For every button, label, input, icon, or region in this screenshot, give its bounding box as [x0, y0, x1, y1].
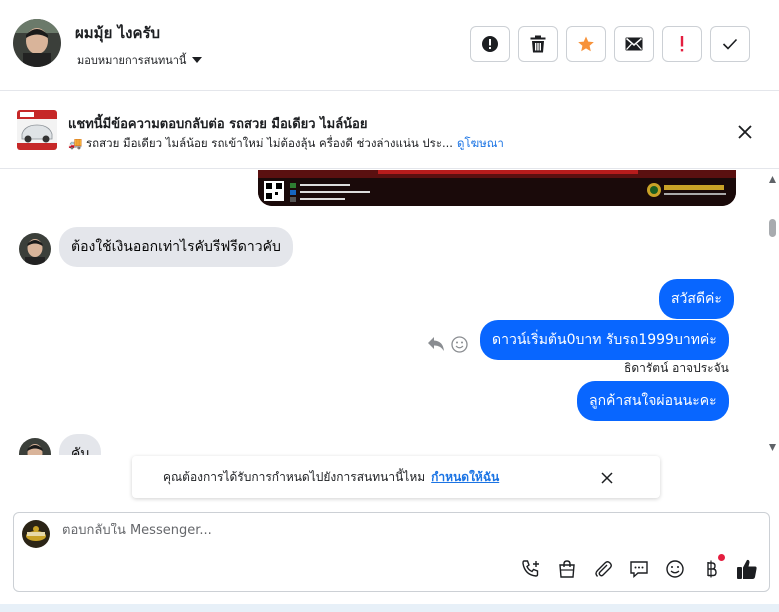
sender-name: ธิดารัตน์ อาจประจัน [624, 361, 729, 375]
thumbs-up-icon [737, 559, 757, 579]
assign-to-me-notice: คุณต้องการได้รับการกำหนดไปยังการสนทนานี้… [132, 456, 660, 498]
outgoing-message-bubble: ดาวน์เริ่มต้น0บาท รับรถ1999บาทค่ะ [480, 320, 729, 360]
phone-plus-icon [522, 560, 539, 577]
exclamation-icon [680, 36, 684, 52]
message-thread: ต้องใช้เงินออกเท่าไรคับรีฟรีดาวคับ สวัสด… [0, 170, 779, 455]
reply-message-button[interactable] [427, 336, 445, 356]
message-composer [13, 512, 770, 592]
window-bottom-strip [0, 604, 779, 612]
shopping-bag-icon [559, 560, 575, 578]
smiley-icon [666, 560, 684, 578]
caret-down-icon [192, 57, 203, 63]
alert-circle-icon [482, 36, 498, 52]
incoming-message-bubble: ต้องใช้เงินออกเท่าไรคับรีฟรีดาวคับ [59, 227, 293, 267]
ad-reply-banner: แชทนี้มีข้อความตอบกลับต่อ รถสวย มือเดียว… [0, 92, 779, 169]
assign-to-me-link[interactable]: กำหนดให้ฉัน [431, 470, 499, 484]
assign-conversation-label: มอบหมายการสนทนานี้ [77, 54, 187, 67]
messenger-inbox-window: ผมมุ้ย ไงครับ มอบหมายการสนทนานี้ แชทนี้ม… [0, 0, 779, 612]
follow-up-button[interactable] [662, 26, 702, 62]
outgoing-message-bubble: ลูกค้าสนใจผ่อนนะคะ [577, 381, 729, 421]
mark-done-button[interactable] [710, 26, 750, 62]
call-button[interactable] [520, 558, 542, 580]
contact-avatar-small [19, 438, 51, 455]
notification-dot [718, 554, 725, 561]
dismiss-notice-button[interactable] [601, 469, 613, 488]
delete-button[interactable] [518, 26, 558, 62]
ad-title: แชทนี้มีข้อความตอบกลับต่อ รถสวย มือเดียว… [68, 117, 368, 132]
react-message-button[interactable] [451, 336, 468, 357]
ad-subtitle-text: 🚚 รถสวย มือเดียว ไมล์น้อย รถเข้าใหม่ ไม่… [68, 136, 453, 150]
emoji-button[interactable] [664, 558, 686, 580]
page-avatar [22, 520, 50, 548]
star-button[interactable] [566, 26, 606, 62]
trash-icon [530, 35, 546, 53]
thread-scrollbar[interactable] [766, 170, 779, 455]
baht-icon [707, 560, 717, 578]
message-input[interactable] [62, 523, 752, 538]
shop-button[interactable] [556, 558, 578, 580]
contact-name: ผมมุ้ย ไงครับ [75, 24, 161, 42]
composer-actions [520, 554, 758, 580]
mark-unread-button[interactable] [614, 26, 654, 62]
contact-avatar-small [19, 233, 51, 265]
close-icon [601, 472, 613, 484]
incoming-message-bubble: คับ [59, 434, 102, 455]
smiley-icon [451, 336, 468, 353]
star-icon [578, 36, 594, 52]
close-icon [738, 125, 752, 139]
assign-notice-text-row: คุณต้องการได้รับการกำหนดไปยังการสนทนานี้… [163, 468, 499, 487]
reply-icon [428, 337, 444, 351]
paperclip-icon [595, 561, 612, 577]
saved-replies-button[interactable] [628, 558, 650, 580]
ad-subtitle: 🚚 รถสวย มือเดียว ไมล์น้อย รถเข้าใหม่ ไม่… [68, 135, 504, 153]
contact-avatar[interactable] [13, 19, 61, 67]
ad-thumbnail[interactable] [17, 110, 57, 150]
view-ad-link[interactable]: ดูโฆษณา [457, 136, 504, 150]
image-message-attachment[interactable] [258, 170, 736, 206]
mark-spam-button[interactable] [470, 26, 510, 62]
assign-conversation-dropdown[interactable]: มอบหมายการสนทนานี้ [77, 51, 203, 69]
send-like-button[interactable] [736, 558, 758, 580]
close-ad-banner-button[interactable] [738, 124, 752, 143]
conversation-toolbar [470, 26, 750, 62]
payment-button[interactable] [700, 554, 725, 580]
outgoing-message-bubble: สวัสดีค่ะ [659, 279, 734, 319]
envelope-icon [625, 37, 643, 51]
chat-bubble-icon [630, 561, 648, 579]
assign-notice-text: คุณต้องการได้รับการกำหนดไปยังการสนทนานี้… [163, 470, 426, 484]
check-icon [722, 38, 738, 50]
conversation-header: ผมมุ้ย ไงครับ มอบหมายการสนทนานี้ [0, 0, 779, 91]
attach-file-button[interactable] [592, 558, 614, 580]
